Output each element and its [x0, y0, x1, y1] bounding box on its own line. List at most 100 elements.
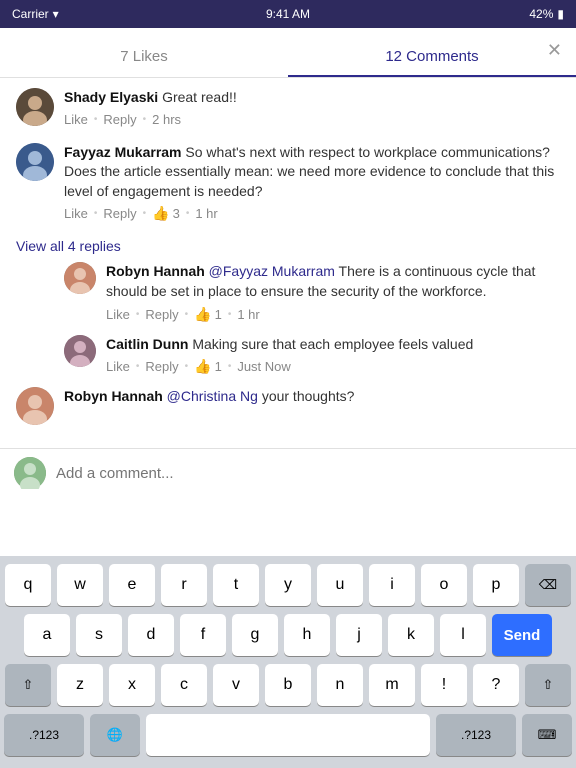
like-button[interactable]: Like [106, 359, 130, 374]
carrier-label: Carrier [12, 7, 49, 21]
tab-comments[interactable]: 12 Comments [288, 36, 576, 77]
key-h[interactable]: h [284, 614, 330, 656]
comment-time: Just Now [237, 359, 290, 374]
comment-input-area [0, 448, 576, 497]
numeric-key-left[interactable]: .?123 [4, 714, 84, 756]
key-t[interactable]: t [213, 564, 259, 606]
numeric-key-right[interactable]: .?123 [436, 714, 516, 756]
nested-comments: Robyn Hannah @Fayyaz Mukarram There is a… [64, 262, 560, 375]
key-r[interactable]: r [161, 564, 207, 606]
key-v[interactable]: v [213, 664, 259, 706]
comment-content: Great read!! [162, 89, 237, 105]
status-right: 42% ▮ [529, 7, 564, 21]
reply-button[interactable]: Reply [145, 359, 178, 374]
keyboard-row-1: q w e r t y u i o p ⌫ [4, 564, 572, 606]
comment-author: Robyn Hannah [64, 388, 163, 404]
avatar [16, 88, 54, 126]
key-o[interactable]: o [421, 564, 467, 606]
key-s[interactable]: s [76, 614, 122, 656]
comment-text: Robyn Hannah @Fayyaz Mukarram There is a… [106, 262, 560, 301]
comment-author: Caitlin Dunn [106, 336, 188, 352]
mention: @Christina Ng [167, 388, 258, 404]
key-exclaim[interactable]: ! [421, 664, 467, 706]
thumbs-up-icon: 👍 [194, 306, 211, 323]
key-question[interactable]: ? [473, 664, 519, 706]
comment-item: Fayyaz Mukarram So what's next with resp… [16, 143, 560, 223]
nested-comment: Robyn Hannah @Fayyaz Mukarram There is a… [64, 262, 560, 322]
comment-author: Fayyaz Mukarram [64, 144, 182, 160]
comment-time: 2 hrs [152, 112, 181, 127]
tab-likes[interactable]: 7 Likes [0, 36, 288, 77]
avatar [16, 143, 54, 181]
comment-actions: Like • Reply • 2 hrs [64, 112, 560, 127]
key-q[interactable]: q [5, 564, 51, 606]
globe-key[interactable]: 🌐 [90, 714, 140, 756]
comments-list: Shady Elyaski Great read!! Like • Reply … [0, 78, 576, 448]
key-u[interactable]: u [317, 564, 363, 606]
key-p[interactable]: p [473, 564, 519, 606]
comment-content: Making sure that each employee feels val… [192, 336, 473, 352]
key-n[interactable]: n [317, 664, 363, 706]
comment-actions: Like • Reply • 👍 1 • Just Now [106, 358, 560, 375]
like-button[interactable]: Like [106, 307, 130, 322]
delete-key[interactable]: ⌫ [525, 564, 571, 606]
send-button[interactable]: Send [492, 614, 552, 656]
keyboard-row-2: a s d f g h j k l Send [4, 614, 572, 656]
key-w[interactable]: w [57, 564, 103, 606]
like-count: 👍 3 [152, 205, 180, 222]
status-bar: Carrier ▾ 9:41 AM 42% ▮ [0, 0, 576, 28]
wifi-icon: ▾ [53, 7, 59, 21]
comment-content: your thoughts? [262, 388, 355, 404]
comment-time: 1 hr [237, 307, 259, 322]
key-f[interactable]: f [180, 614, 226, 656]
key-x[interactable]: x [109, 664, 155, 706]
shift-key[interactable]: ⇧ [5, 664, 51, 706]
comment-input[interactable] [56, 465, 562, 482]
reply-button[interactable]: Reply [103, 206, 136, 221]
key-i[interactable]: i [369, 564, 415, 606]
like-count: 👍 1 [194, 358, 222, 375]
key-a[interactable]: a [24, 614, 70, 656]
key-z[interactable]: z [57, 664, 103, 706]
comment-item: Shady Elyaski Great read!! Like • Reply … [16, 88, 560, 127]
like-button[interactable]: Like [64, 206, 88, 221]
key-b[interactable]: b [265, 664, 311, 706]
thumbs-up-icon: 👍 [194, 358, 211, 375]
shift-key-right[interactable]: ⇧ [525, 664, 571, 706]
comment-item: Robyn Hannah @Christina Ng your thoughts… [16, 387, 560, 425]
comment-text: Caitlin Dunn Making sure that each emplo… [106, 335, 560, 355]
like-count: 👍 1 [194, 306, 222, 323]
keyboard-icon-key[interactable]: ⌨ [522, 714, 572, 756]
comment-author: Robyn Hannah [106, 263, 205, 279]
view-replies-button[interactable]: View all 4 replies [16, 238, 560, 254]
comment-author: Shady Elyaski [64, 89, 158, 105]
comment-body: Caitlin Dunn Making sure that each emplo… [106, 335, 560, 376]
comment-text: Shady Elyaski Great read!! [64, 88, 560, 108]
comment-actions: Like • Reply • 👍 1 • 1 hr [106, 306, 560, 323]
reply-button[interactable]: Reply [103, 112, 136, 127]
avatar-small [64, 262, 96, 294]
status-left: Carrier ▾ [12, 7, 59, 21]
key-k[interactable]: k [388, 614, 434, 656]
key-l[interactable]: l [440, 614, 486, 656]
key-c[interactable]: c [161, 664, 207, 706]
key-j[interactable]: j [336, 614, 382, 656]
reply-button[interactable]: Reply [145, 307, 178, 322]
like-button[interactable]: Like [64, 112, 88, 127]
key-m[interactable]: m [369, 664, 415, 706]
avatar [16, 387, 54, 425]
battery-icon: ▮ [557, 7, 564, 21]
close-button[interactable]: ✕ [547, 40, 562, 61]
keyboard: q w e r t y u i o p ⌫ a s d f g h j k l … [0, 556, 576, 768]
avatar-small [64, 335, 96, 367]
key-e[interactable]: e [109, 564, 155, 606]
comment-text: Fayyaz Mukarram So what's next with resp… [64, 143, 560, 202]
comment-actions: Like • Reply • 👍 3 • 1 hr [64, 205, 560, 222]
key-g[interactable]: g [232, 614, 278, 656]
space-key[interactable] [146, 714, 430, 756]
comment-time: 1 hr [195, 206, 217, 221]
key-y[interactable]: y [265, 564, 311, 606]
key-d[interactable]: d [128, 614, 174, 656]
status-time: 9:41 AM [266, 7, 310, 21]
comment-text: Robyn Hannah @Christina Ng your thoughts… [64, 387, 560, 407]
